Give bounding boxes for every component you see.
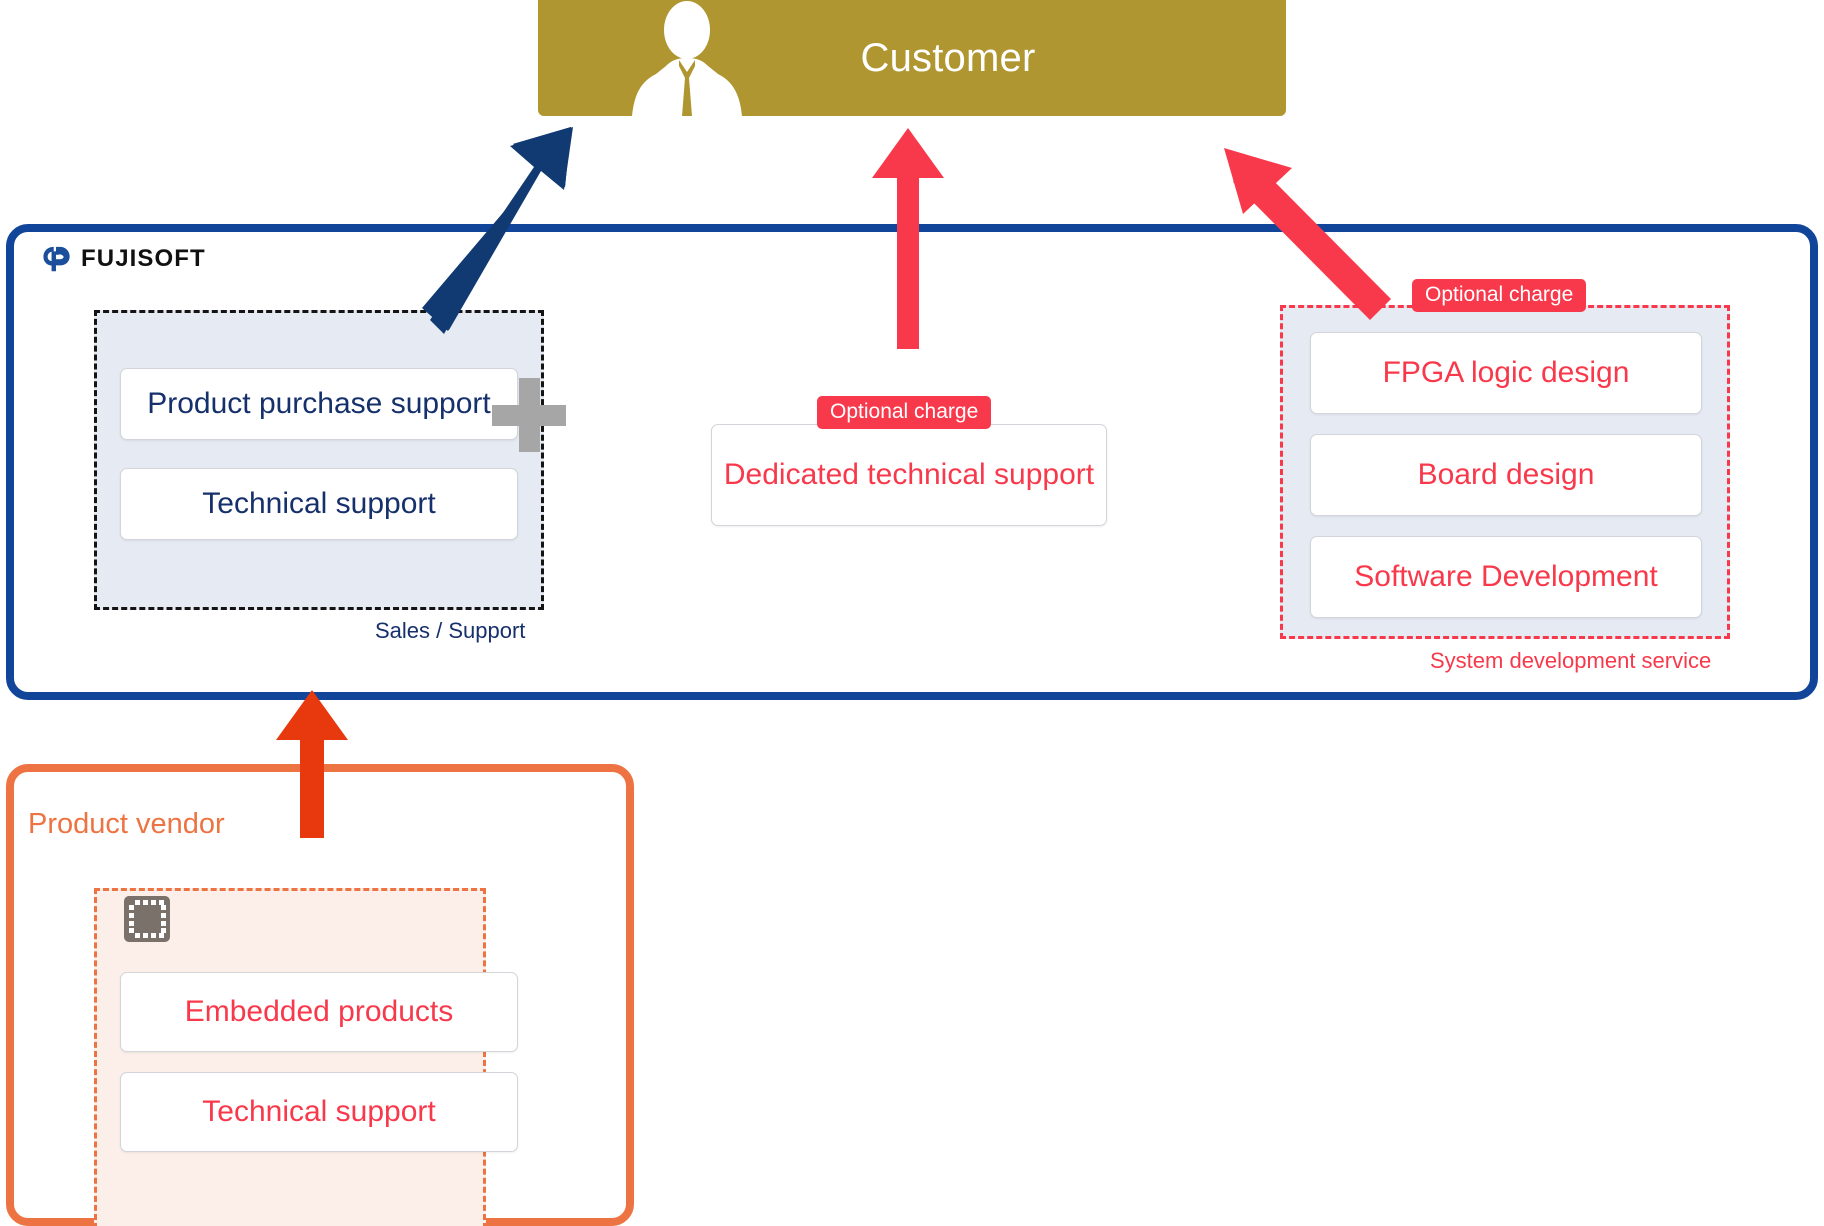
fujisoft-logo-mark-icon xyxy=(43,246,70,272)
card-label: FPGA logic design xyxy=(1382,355,1630,389)
card-dedicated-technical-support[interactable]: Dedicated technical support xyxy=(711,424,1107,526)
plus-icon-vertical-bar xyxy=(519,378,540,452)
card-label: Technical support xyxy=(202,486,436,520)
sales-support-caption: Sales / Support xyxy=(375,618,526,643)
system-development-caption: System development service xyxy=(1430,648,1712,673)
microchip-icon xyxy=(124,896,170,942)
card-technical-support-vendor[interactable]: Technical support xyxy=(120,1072,518,1152)
card-board-design[interactable]: Board design xyxy=(1310,434,1702,516)
plus-icon xyxy=(492,378,566,452)
card-label: Board design xyxy=(1417,457,1595,491)
card-fpga-logic-design[interactable]: FPGA logic design xyxy=(1310,332,1702,414)
sales-support-group xyxy=(94,310,544,610)
product-vendor-title: Product vendor xyxy=(28,808,225,840)
fujisoft-wordmark: FUJISOFT xyxy=(81,245,206,272)
card-technical-support-fujisoft[interactable]: Technical support xyxy=(120,468,518,540)
person-silhouette-icon xyxy=(632,1,742,116)
card-software-development[interactable]: Software Development xyxy=(1310,536,1702,618)
customer-label: Customer xyxy=(860,35,1036,80)
fujisoft-logo: FUJISOFT xyxy=(42,244,206,274)
card-label: Product purchase support xyxy=(147,386,491,420)
card-product-purchase-support[interactable]: Product purchase support xyxy=(120,368,518,440)
card-embedded-products[interactable]: Embedded products xyxy=(120,972,518,1052)
customer-banner: Customer xyxy=(538,0,1286,116)
card-label: Embedded products xyxy=(184,994,454,1028)
card-label: Software Development xyxy=(1354,559,1658,593)
optional-charge-badge-system-dev: Optional charge xyxy=(1412,279,1587,312)
card-label: Dedicated technical support xyxy=(723,457,1095,491)
optional-charge-badge-dedicated: Optional charge xyxy=(817,396,992,429)
card-label: Technical support xyxy=(202,1094,436,1128)
diagram-canvas: Customer FUJISOFT Product purchase suppo… xyxy=(0,0,1824,1226)
